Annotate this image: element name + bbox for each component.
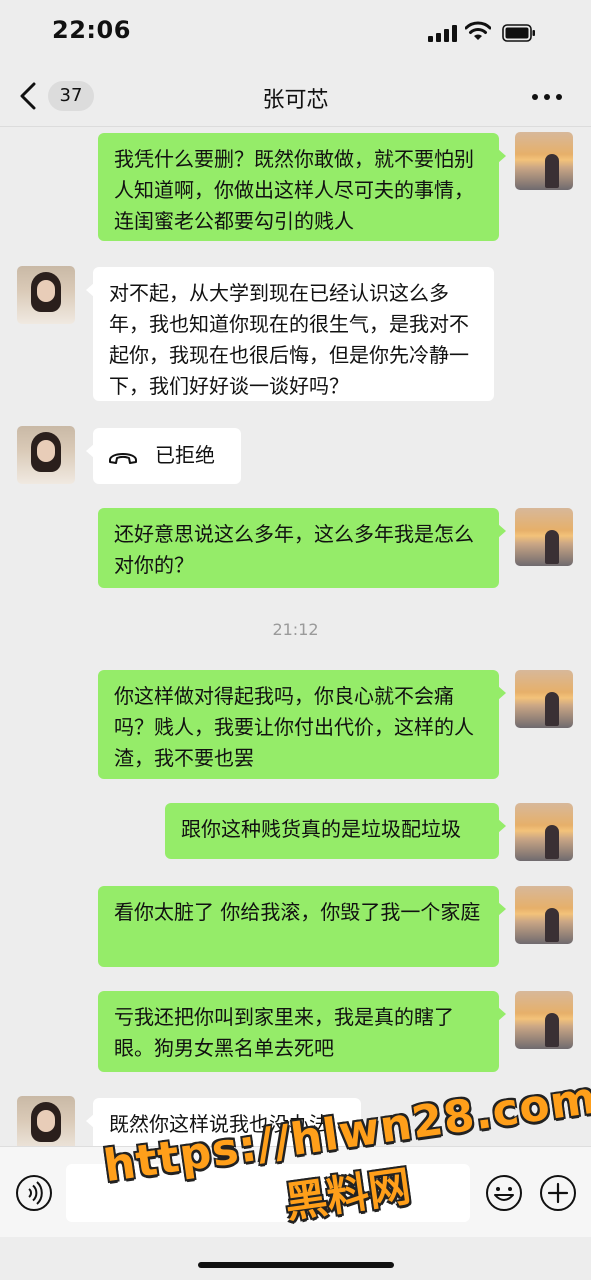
message-text: 我凭什么要删？既然你敢做，就不要怕别人知道啊，你做出这样人尽可夫的事情，连闺蜜老… xyxy=(114,147,474,233)
message-bubble-received[interactable]: 对不起，从大学到现在已经认识这么多年，我也知道你现在的很生气，是我对不起你，我现… xyxy=(86,267,494,401)
call-status-text: 已拒绝 xyxy=(155,443,215,467)
input-bar xyxy=(0,1146,591,1237)
status-time: 22:06 xyxy=(52,16,131,44)
message-text: 还好意思说这么多年，这么多年我是怎么对你的？ xyxy=(114,522,474,577)
message-text: 跟你这种贱货真的是垃圾配垃圾 xyxy=(181,817,461,841)
message-bubble-sent[interactable]: 还好意思说这么多年，这么多年我是怎么对你的？ xyxy=(98,508,506,588)
message-text: 你这样做对得起我吗，你良心就不会痛吗？贱人，我要让你付出代价，这样的人渣，我不要… xyxy=(114,684,474,770)
battery-icon xyxy=(502,24,535,42)
timestamp: 21:12 xyxy=(272,620,319,639)
my-avatar[interactable] xyxy=(515,991,573,1049)
message-input[interactable] xyxy=(66,1164,470,1222)
nav-bar: 37 张可芯 xyxy=(0,64,591,127)
more-icon[interactable] xyxy=(532,94,562,100)
message-bubble-sent[interactable]: 看你太脏了 你给我滚，你毁了我一个家庭 xyxy=(98,886,506,967)
message-text: 对不起，从大学到现在已经认识这么多年，我也知道你现在的很生气，是我对不起你，我现… xyxy=(109,281,469,398)
contact-avatar[interactable] xyxy=(17,426,75,484)
message-text: 亏我还把你叫到家里来，我是真的瞎了眼。狗男女黑名单去死吧 xyxy=(114,1005,454,1060)
signal-icon xyxy=(428,25,458,42)
message-bubble-sent[interactable]: 跟你这种贱货真的是垃圾配垃圾 xyxy=(165,803,506,859)
plus-icon[interactable] xyxy=(539,1174,577,1212)
message-text: 看你太脏了 你给我滚，你毁了我一个家庭 xyxy=(114,900,481,924)
my-avatar[interactable] xyxy=(515,508,573,566)
message-bubble-sent[interactable]: 我凭什么要删？既然你敢做，就不要怕别人知道啊，你做出这样人尽可夫的事情，连闺蜜老… xyxy=(98,133,506,241)
chat-title: 张可芯 xyxy=(262,88,329,113)
status-bar: 22:06 xyxy=(0,0,591,64)
call-record-bubble[interactable]: 已拒绝 xyxy=(86,428,241,484)
message-bubble-received[interactable]: 既然你这样说我也没办法 xyxy=(86,1098,361,1146)
my-avatar[interactable] xyxy=(515,132,573,190)
wifi-icon xyxy=(465,21,491,40)
my-avatar[interactable] xyxy=(515,886,573,944)
my-avatar[interactable] xyxy=(515,670,573,728)
chat-area[interactable]: 我凭什么要删？既然你敢做，就不要怕别人知道啊，你做出这样人尽可夫的事情，连闺蜜老… xyxy=(0,126,591,1146)
message-bubble-sent[interactable]: 亏我还把你叫到家里来，我是真的瞎了眼。狗男女黑名单去死吧 xyxy=(98,991,506,1072)
contact-avatar[interactable] xyxy=(17,1096,75,1146)
message-bubble-sent[interactable]: 你这样做对得起我吗，你良心就不会痛吗？贱人，我要让你付出代价，这样的人渣，我不要… xyxy=(98,670,506,779)
contact-avatar[interactable] xyxy=(17,266,75,324)
voice-icon[interactable] xyxy=(15,1174,53,1212)
home-indicator xyxy=(198,1262,394,1268)
call-declined-icon xyxy=(109,453,137,464)
emoji-icon[interactable] xyxy=(485,1174,523,1212)
my-avatar[interactable] xyxy=(515,803,573,861)
message-text: 既然你这样说我也没办法 xyxy=(109,1112,329,1136)
